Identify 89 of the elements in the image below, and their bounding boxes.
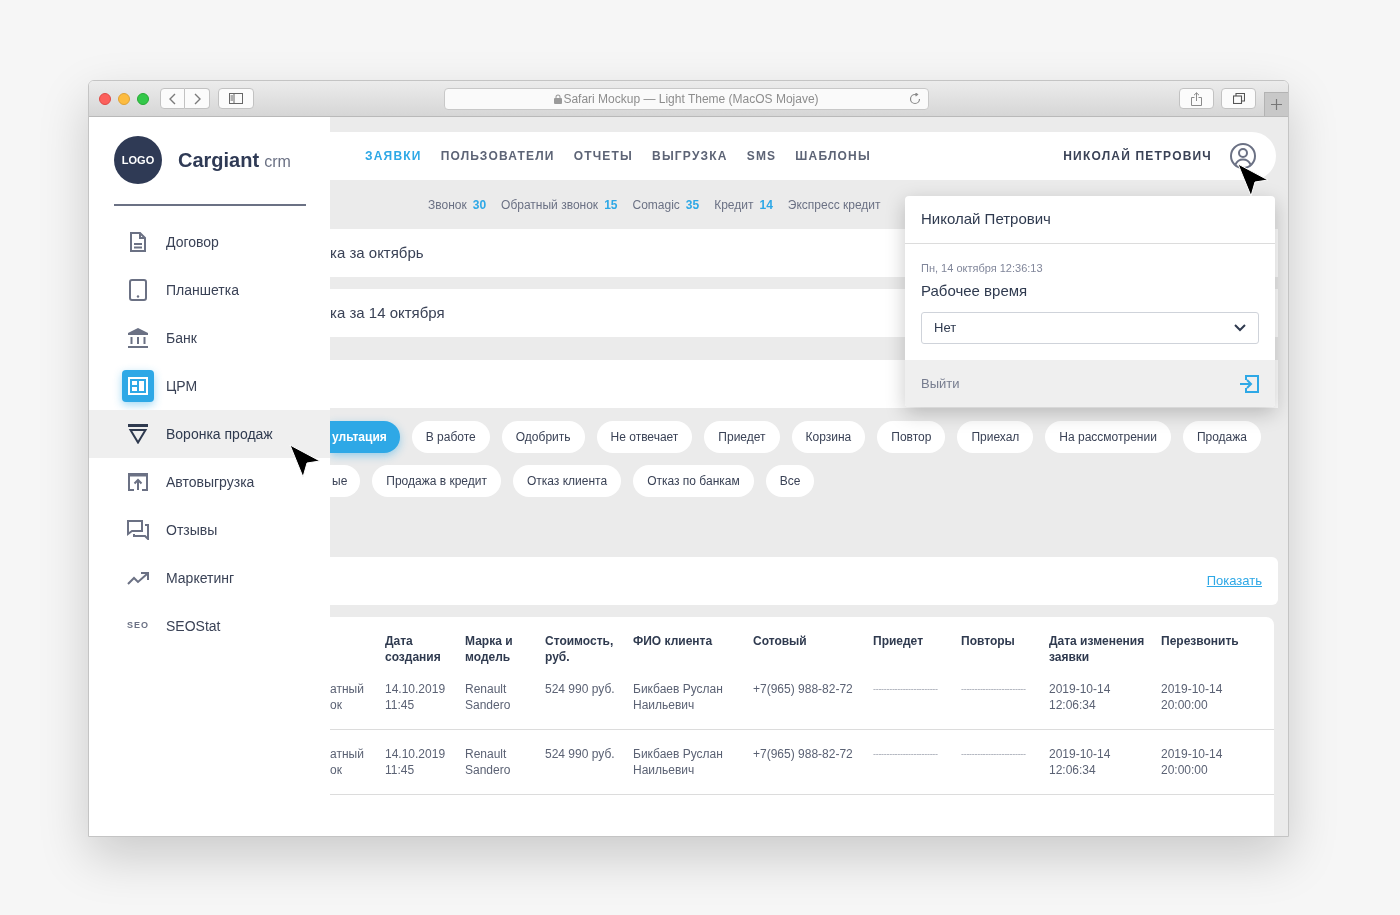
column-header: Повторы xyxy=(961,633,1016,649)
sidebar-item[interactable]: Воронка продаж xyxy=(89,410,330,458)
counter-count: 35 xyxy=(685,197,700,214)
show-tabs-button[interactable] xyxy=(1221,88,1256,109)
table-cell-text: Бикбаев Руслан Наильевич xyxy=(633,681,724,713)
close-button[interactable] xyxy=(99,92,111,105)
filter-chip[interactable]: Все xyxy=(765,465,815,497)
chevron-left-icon xyxy=(169,92,176,105)
filter-chip[interactable]: Одобрить xyxy=(501,421,585,453)
table-cell-text: ------------------------ xyxy=(961,683,1027,696)
share-button[interactable] xyxy=(1179,88,1214,109)
table-cell-text: атный ок xyxy=(330,681,365,713)
counter-label: Кредит xyxy=(714,197,754,214)
filter-chip[interactable]: Продажа xyxy=(1182,421,1261,453)
filter-chip[interactable]: На рассмотрении xyxy=(1045,421,1171,453)
back-button[interactable] xyxy=(160,88,185,109)
sidebar-toggle-button[interactable] xyxy=(218,88,254,109)
nav-tab[interactable]: ВЫГРУЗКА xyxy=(652,147,728,165)
filter-chip[interactable]: Не отвечает xyxy=(596,421,693,453)
column-header: Сотовый xyxy=(753,633,808,649)
counter-label: Экспресс кредит xyxy=(787,197,881,214)
cursor-icon xyxy=(289,444,321,478)
maximize-button[interactable] xyxy=(137,92,149,105)
tabs-icon xyxy=(1232,93,1245,104)
column-header: Стоимость, руб. xyxy=(545,633,615,665)
sidebar-icon xyxy=(229,93,243,104)
column-header: Марка и модель xyxy=(465,633,514,665)
counter-label: Comagic xyxy=(632,197,680,214)
column-header: ФИО клиента xyxy=(633,633,714,649)
table-cell-text: 2019-10-14 20:00:00 xyxy=(1161,746,1224,778)
filter-chip[interactable]: Отказ клиента xyxy=(513,465,622,497)
table-cell-text: ------------------------ xyxy=(961,748,1027,761)
filter-chip[interactable]: Приехал xyxy=(957,421,1034,453)
table-cell-text: Бикбаев Руслан Наильевич xyxy=(633,746,724,778)
table-cell-text: +7(965) 988-82-72 xyxy=(753,681,854,697)
column-header: Перезвонить xyxy=(1161,633,1240,649)
table-cell-text: 14.10.2019 11:45 xyxy=(385,681,447,713)
table-cell-text: атный ок xyxy=(330,746,365,778)
filter-chip[interactable]: ые xyxy=(330,465,361,497)
column-header: Приедет xyxy=(873,633,924,649)
logo: LOGO xyxy=(114,136,162,184)
logout-button[interactable]: Выйти xyxy=(905,360,1275,407)
nav-tab[interactable]: ОТЧЕТЫ xyxy=(573,147,634,165)
seo-label: SEO xyxy=(126,619,150,633)
nav-tab[interactable]: ПОЛЬЗОВАТЕЛИ xyxy=(440,147,555,165)
work-time-select[interactable]: Нет xyxy=(921,312,1259,344)
table-cell-text: +7(965) 988-82-72 xyxy=(753,746,854,762)
column-header: Дата создания xyxy=(385,633,442,665)
table-cell-text: ------------------------ xyxy=(873,748,939,761)
nav-tab[interactable]: SMS xyxy=(746,147,777,165)
counter-count: 30 xyxy=(472,197,487,214)
menu-user-name: Николай Петрович xyxy=(921,209,1051,230)
chevron-right-icon xyxy=(193,92,201,105)
counter-label: Звонок xyxy=(428,197,467,214)
counter-label: Обратный звонок xyxy=(501,197,599,214)
brand-name: Cargiant xyxy=(178,148,260,173)
page-title: Safari Mockup — Light Theme (MacOS Mojave) xyxy=(563,90,819,108)
filter-chip[interactable]: Продажа в кредит xyxy=(372,465,501,497)
table-cell-text: 2019-10-14 12:06:34 xyxy=(1049,746,1112,778)
filter-chip[interactable]: Отказ по банкам xyxy=(633,465,754,497)
filter-chip[interactable]: В работе xyxy=(411,421,490,453)
user-name[interactable]: НИКОЛАЙ ПЕТРОВИЧ xyxy=(1063,147,1212,165)
minimize-button[interactable] xyxy=(118,92,130,105)
table-cell-text: ------------------------ xyxy=(873,683,939,696)
table-cell-text: 524 990 руб. xyxy=(545,746,616,762)
nav-tab[interactable]: ШАБЛОНЫ xyxy=(795,147,871,165)
forward-button[interactable] xyxy=(185,88,210,109)
menu-datetime: Пн, 14 октября 12:36:13 xyxy=(921,261,1043,276)
table-cell-text: 2019-10-14 12:06:34 xyxy=(1049,681,1112,713)
user-icon[interactable] xyxy=(1230,143,1256,169)
new-tab-button[interactable] xyxy=(1264,92,1288,116)
share-icon xyxy=(1191,91,1202,106)
table-cell-text: Renault Sandero xyxy=(465,746,512,778)
table-cell-text: Renault Sandero xyxy=(465,681,512,713)
table-cell-text: 14.10.2019 11:45 xyxy=(385,746,447,778)
table-cell-text: 2019-10-14 20:00:00 xyxy=(1161,681,1224,713)
logout-icon xyxy=(1239,374,1259,393)
filter-chip[interactable]: Корзина xyxy=(791,421,866,453)
column-header: Дата изменения заявки xyxy=(1049,633,1146,665)
lock-icon xyxy=(554,93,563,104)
reload-icon[interactable] xyxy=(909,92,921,105)
table-cell-text: 524 990 руб. xyxy=(545,681,616,697)
plus-icon xyxy=(1271,99,1282,110)
chevron-down-icon xyxy=(1234,324,1246,332)
brand-suffix: crm xyxy=(264,152,291,172)
filter-chip[interactable]: Повтор xyxy=(877,421,946,453)
counter-count: 14 xyxy=(759,197,773,214)
counter-count: 15 xyxy=(604,197,618,214)
filter-chip[interactable]: Приедет xyxy=(704,421,780,453)
